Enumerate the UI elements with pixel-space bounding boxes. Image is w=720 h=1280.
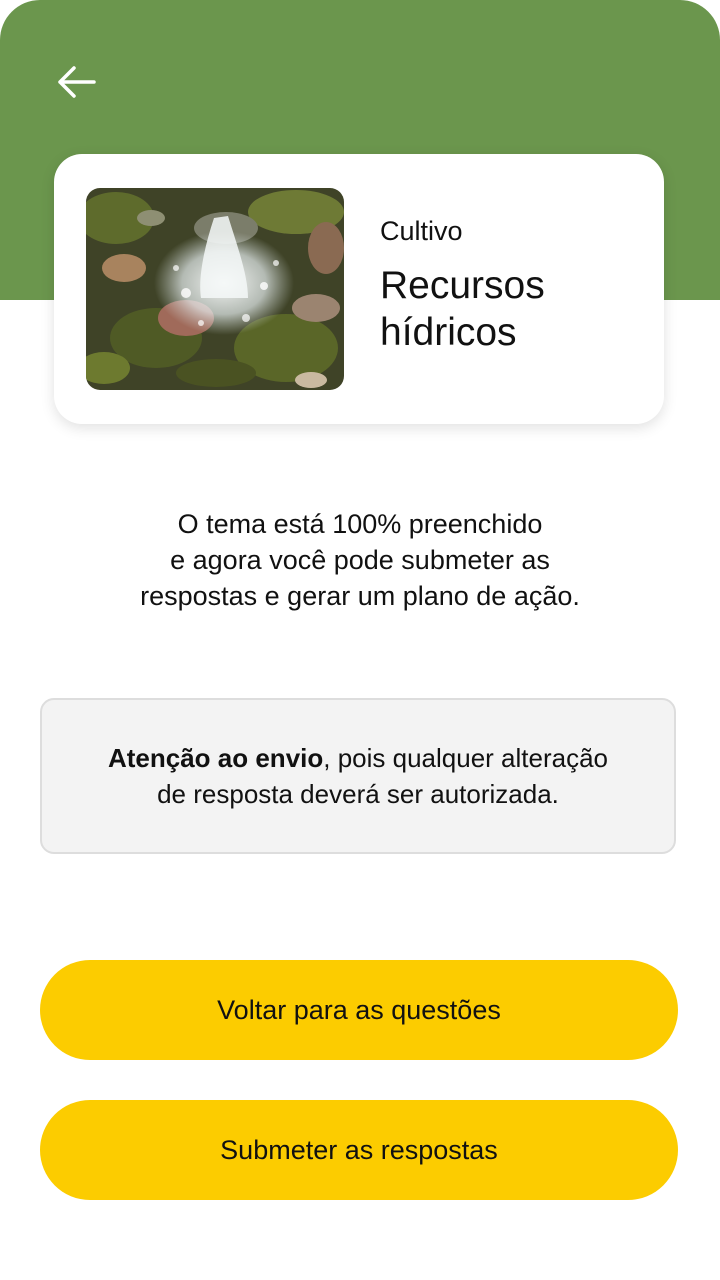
back-to-questions-button[interactable]: Voltar para as questões [40, 960, 678, 1060]
theme-image [86, 188, 344, 390]
warning-line2: de resposta deverá ser autorizada. [157, 779, 559, 809]
warning-line1: Atenção ao envio, pois qualquer alteraçã… [108, 740, 608, 776]
status-message-line1: O tema está 100% preenchido [177, 509, 543, 539]
back-button[interactable] [50, 56, 102, 108]
theme-title-line1: Recursos [380, 264, 545, 307]
theme-title: Recursos hídricos [380, 262, 640, 356]
theme-category: Cultivo [380, 216, 463, 246]
status-message-line2: e agora você pode submeter as [170, 545, 550, 575]
arrow-left-icon [58, 66, 96, 98]
warning-box: Atenção ao envio, pois qualquer alteraçã… [40, 698, 676, 854]
status-message: O tema está 100% preenchido e agora você… [60, 506, 660, 614]
submit-answers-button[interactable]: Submeter as respostas [40, 1100, 678, 1200]
warning-text-rest: , pois qualquer alteração [323, 743, 609, 773]
theme-card[interactable]: Cultivo Recursos hídricos [54, 154, 664, 424]
status-message-line3: respostas e gerar um plano de ação. [140, 581, 580, 611]
theme-title-line2: hídricos [380, 311, 517, 354]
warning-bold-text: Atenção ao envio [107, 743, 324, 773]
